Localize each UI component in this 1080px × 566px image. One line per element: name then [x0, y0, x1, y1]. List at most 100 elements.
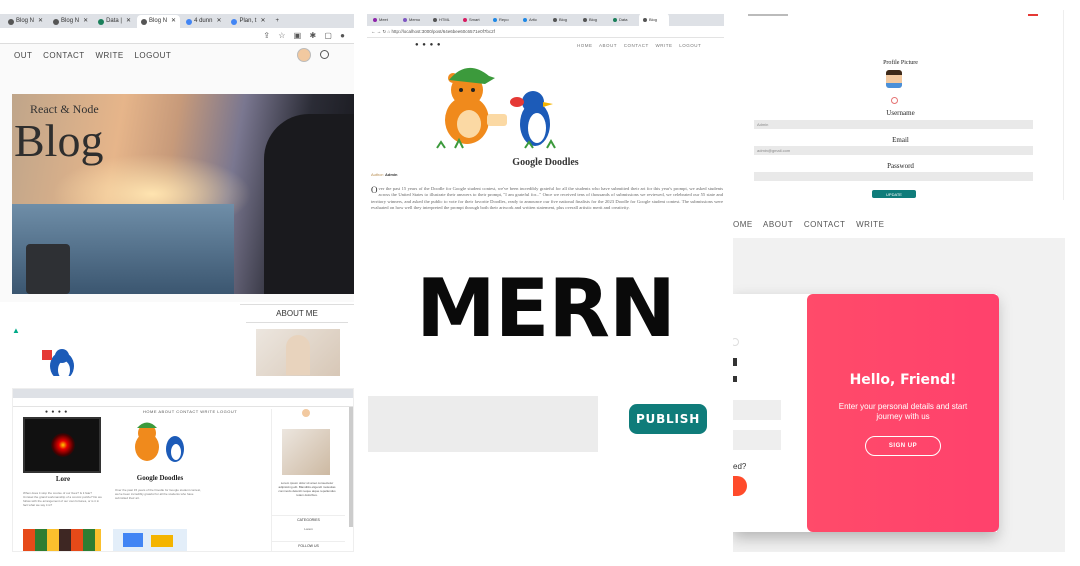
- tab-label: Repo: [499, 17, 509, 22]
- update-button[interactable]: UPDATE: [872, 190, 916, 198]
- hero-mug: [26, 244, 70, 294]
- browser-tab[interactable]: Plan, t ✕: [227, 15, 269, 28]
- browser-tabbar: [13, 389, 353, 398]
- browser-tab[interactable]: Meet: [369, 14, 399, 26]
- hal-eye: [51, 433, 75, 457]
- follow-label: FOLLOW US: [272, 541, 345, 548]
- nav-link-write[interactable]: WRITE: [856, 220, 884, 229]
- screen-shape: [123, 533, 143, 547]
- browser-tabbar: Blog N ✕ Blog N ✕ Data | ✕ Blog N ✕ 4 dunn ✕ …: [0, 14, 354, 28]
- signin-button[interactable]: [733, 476, 747, 496]
- post-title: Google Doodles: [136, 474, 184, 482]
- tab-label: Smart: [469, 17, 480, 22]
- nav-link-logout[interactable]: LOGOUT: [134, 51, 171, 60]
- sidebar: Lorem ipsum dolor sit amet consectetur a…: [271, 409, 345, 551]
- address-bar[interactable]: [13, 398, 353, 407]
- close-icon[interactable]: ✕: [171, 15, 176, 28]
- tab-label: Plan, t: [239, 18, 257, 24]
- signup-button[interactable]: SIGN UP: [865, 436, 941, 456]
- nav-link-about[interactable]: ABOUT: [599, 43, 617, 48]
- browser-tab[interactable]: Data: [609, 14, 639, 26]
- browser-tab[interactable]: 4 dunn ✕: [182, 15, 225, 28]
- avatar[interactable]: [302, 409, 310, 417]
- close-icon[interactable]: ✕: [260, 15, 265, 28]
- avatar[interactable]: [297, 48, 311, 62]
- tab-favicon-icon: [403, 17, 407, 22]
- scrollbar[interactable]: [349, 407, 353, 527]
- browser-tabbar: Meet Memo HTML Smart Repo Artic Blog Blo…: [367, 14, 724, 26]
- hero-person-silhouette: [264, 114, 354, 294]
- tab-favicon-icon: [186, 18, 193, 25]
- address-bar[interactable]: ← → ↻ ⌂ http://localhost:3000/post/64e6b…: [367, 26, 724, 38]
- category-item[interactable]: Lorem: [272, 527, 345, 531]
- nav-link-write[interactable]: WRITE: [95, 51, 123, 60]
- sidebar-image: [282, 429, 330, 475]
- browser-tab[interactable]: Repo: [489, 14, 519, 26]
- email-label: Email: [892, 136, 909, 144]
- nav-link-home[interactable]: OME: [733, 220, 753, 229]
- settings-screenshot: Profile Picture Username Admin Email adm…: [738, 10, 1064, 200]
- nav-link-write[interactable]: WRITE: [655, 43, 672, 48]
- blog-about-strip: ▲ ABOUT ME: [0, 302, 354, 376]
- post-card-google-doodles[interactable]: Google Doodles Over the past 15 years of…: [115, 419, 205, 500]
- nav-link-contact[interactable]: CONTACT: [804, 220, 846, 229]
- close-icon[interactable]: ✕: [126, 15, 131, 28]
- close-icon[interactable]: ✕: [38, 15, 43, 28]
- nav-link-about[interactable]: ABOUT: [763, 220, 793, 229]
- nav-link-about[interactable]: OUT: [14, 51, 32, 60]
- url-text[interactable]: http://localhost:3000/post/64e6bee60c657…: [392, 29, 495, 34]
- password-input[interactable]: [754, 172, 1033, 181]
- drop-cap: O: [371, 185, 378, 195]
- sidebar-text: Lorem ipsum dolor sit amet consectetur a…: [278, 481, 336, 497]
- profile-avatar[interactable]: [886, 70, 902, 88]
- address-bar[interactable]: ⇪ ☆ ▣ ✱ ▢ ●: [0, 28, 354, 44]
- tab-favicon-icon: [523, 17, 527, 22]
- browser-tab[interactable]: Artic: [519, 14, 549, 26]
- author-label: Author:: [371, 172, 384, 177]
- browser-tab-active[interactable]: Blog: [639, 14, 669, 26]
- nav-link-contact[interactable]: CONTACT: [624, 43, 649, 48]
- signin-input-email[interactable]: [733, 400, 781, 420]
- browser-tab[interactable]: Blog: [549, 14, 579, 26]
- post-body-text: ver the past 15 years of the Doodle for …: [371, 186, 723, 211]
- write-title-input[interactable]: [368, 396, 598, 452]
- single-post-screenshot: Meet Memo HTML Smart Repo Artic Blog Blo…: [367, 14, 724, 258]
- tab-label: Artic: [529, 17, 537, 22]
- forgot-password-link[interactable]: ed?: [733, 462, 746, 471]
- tab-favicon-icon: [141, 18, 148, 25]
- profile-label: Profile Picture: [883, 60, 918, 66]
- post-title: Lore: [55, 475, 71, 483]
- screen-shape: [151, 535, 173, 547]
- tab-label: Memo: [409, 17, 421, 22]
- username-input[interactable]: Admin: [754, 120, 1033, 129]
- blog-home-screenshot: Blog N ✕ Blog N ✕ Data | ✕ Blog N ✕ 4 dunn ✕ …: [0, 14, 354, 302]
- browser-tab[interactable]: Blog N ✕: [49, 15, 92, 28]
- post-card-lore[interactable]: Lore When does it stop the course of our…: [23, 417, 103, 507]
- close-icon[interactable]: ✕: [216, 15, 221, 28]
- publish-button[interactable]: PUBLISH: [629, 404, 707, 434]
- nav-link-contact[interactable]: CONTACT: [43, 51, 85, 60]
- radio-dot: [733, 338, 739, 346]
- nav-link-home[interactable]: HOME: [577, 43, 593, 48]
- author-name[interactable]: Admin: [385, 172, 397, 177]
- browser-tab[interactable]: Smart: [459, 14, 489, 26]
- post-body: Over the past 15 years of the Doodle for…: [371, 186, 723, 212]
- top-nav: OUT CONTACT WRITE LOGOUT: [14, 51, 179, 60]
- browser-tab[interactable]: HTML: [429, 14, 459, 26]
- new-tab-button[interactable]: +: [272, 15, 284, 28]
- browser-tab[interactable]: Memo: [399, 14, 429, 26]
- nav-link-logout[interactable]: LOGOUT: [679, 43, 701, 48]
- browser-tab[interactable]: Blog: [579, 14, 609, 26]
- signin-input-password[interactable]: [733, 430, 781, 450]
- browser-tab-active[interactable]: Blog N ✕: [137, 15, 181, 28]
- close-icon[interactable]: ✕: [83, 15, 88, 28]
- settings-topline-accent: [1028, 14, 1038, 16]
- search-icon[interactable]: [320, 50, 329, 59]
- tab-label: Data |: [106, 18, 122, 24]
- browser-tab[interactable]: Data | ✕: [94, 15, 135, 28]
- overlay-title: Hello, Friend!: [849, 372, 957, 388]
- nav-arrows-icon[interactable]: ← → ↻ ⌂: [371, 29, 392, 34]
- email-input[interactable]: admin@gmail.com: [754, 146, 1033, 155]
- browser-tab[interactable]: Blog N ✕: [4, 15, 47, 28]
- upload-icon[interactable]: [891, 97, 898, 104]
